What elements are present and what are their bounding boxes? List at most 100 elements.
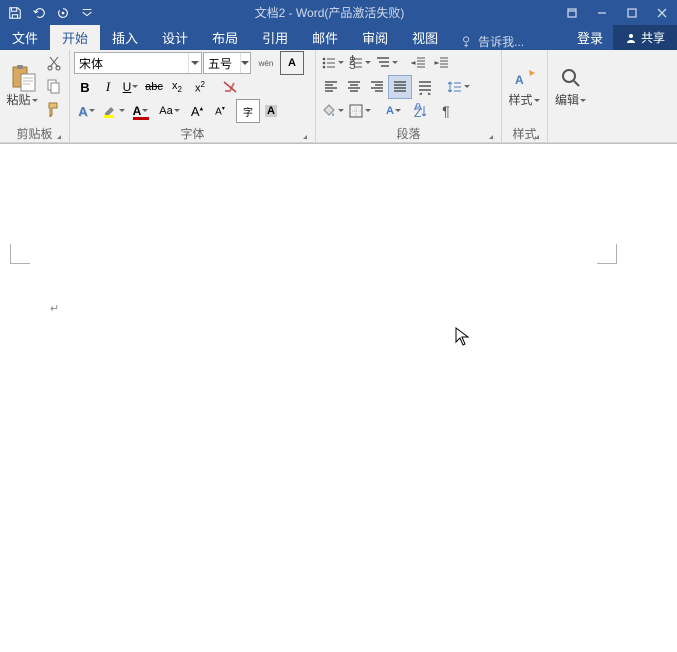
- underline-button[interactable]: U: [120, 76, 142, 98]
- group-editing: 编辑: [548, 50, 594, 142]
- phonetic-guide-button[interactable]: wén: [252, 52, 280, 74]
- tab-mailings[interactable]: 邮件: [300, 25, 350, 50]
- ribbon-display-button[interactable]: [557, 0, 587, 25]
- bold-button[interactable]: B: [74, 76, 96, 98]
- character-shading-button[interactable]: A: [260, 100, 282, 122]
- clipboard-label: 剪贴板: [16, 125, 52, 142]
- font-name-input[interactable]: [75, 56, 188, 70]
- font-dialog-launcher[interactable]: [298, 129, 310, 141]
- undo-button[interactable]: [28, 2, 50, 24]
- titlebar: 文档2 - Word(产品激活失败): [0, 0, 677, 25]
- share-label: 共享: [641, 29, 665, 46]
- paragraph-group-label: 段落: [396, 125, 420, 142]
- font-size-combo[interactable]: [203, 52, 251, 74]
- numbering-button[interactable]: 123: [347, 52, 373, 74]
- svg-text:A: A: [515, 73, 524, 87]
- tab-layout[interactable]: 布局: [200, 25, 250, 50]
- tab-file[interactable]: 文件: [0, 25, 50, 50]
- group-clipboard: 粘贴 剪贴板: [0, 50, 70, 142]
- font-group-label: 字体: [180, 125, 204, 142]
- maximize-button[interactable]: [617, 0, 647, 25]
- enclose-characters-button[interactable]: 字: [237, 100, 259, 122]
- window-title: 文档2 - Word(产品激活失败): [102, 4, 557, 21]
- font-name-dropdown[interactable]: [188, 53, 201, 73]
- save-button[interactable]: [4, 2, 26, 24]
- align-justify-button[interactable]: [389, 76, 411, 98]
- close-button[interactable]: [647, 0, 677, 25]
- character-border-button[interactable]: A: [281, 52, 303, 74]
- tab-references[interactable]: 引用: [250, 25, 300, 50]
- change-case-button[interactable]: Aa: [155, 100, 185, 122]
- sort-button[interactable]: AZ: [408, 100, 434, 122]
- tab-view[interactable]: 视图: [400, 25, 450, 50]
- qat-customize-button[interactable]: [76, 2, 98, 24]
- align-right-button[interactable]: [366, 76, 388, 98]
- paragraph-dialog-launcher[interactable]: [484, 129, 496, 141]
- tab-insert[interactable]: 插入: [100, 25, 150, 50]
- subscript-button[interactable]: x2: [166, 76, 188, 98]
- show-paragraph-marks-button[interactable]: ¶: [435, 100, 457, 122]
- paste-label: 粘贴: [6, 93, 30, 107]
- borders-button[interactable]: [347, 100, 373, 122]
- align-center-button[interactable]: [343, 76, 365, 98]
- font-size-input[interactable]: [204, 56, 240, 70]
- strikethrough-button[interactable]: abc: [143, 76, 165, 98]
- tab-design[interactable]: 设计: [150, 25, 200, 50]
- styles-button[interactable]: A 样式: [506, 52, 543, 118]
- line-spacing-button[interactable]: [446, 76, 472, 98]
- cut-button[interactable]: [43, 52, 65, 74]
- clear-formatting-button[interactable]: [219, 76, 241, 98]
- bullets-button[interactable]: [320, 52, 346, 74]
- shrink-font-button[interactable]: A▾: [209, 100, 231, 122]
- svg-text:3: 3: [349, 58, 356, 71]
- paste-button[interactable]: 粘贴: [4, 52, 41, 118]
- tell-me-placeholder: 告诉我...: [478, 33, 524, 50]
- shading-button[interactable]: [320, 100, 346, 122]
- ribbon: 粘贴 剪贴板 wén A B I U abc x2: [0, 50, 677, 143]
- group-paragraph: 123 A AZ ¶: [316, 50, 502, 142]
- styles-label: 样式: [508, 93, 532, 107]
- find-icon: [555, 62, 587, 94]
- paste-icon: [7, 62, 39, 94]
- margin-corner-tl: [10, 244, 30, 264]
- ribbon-tabs: 文件 开始 插入 设计 布局 引用 邮件 审阅 视图 告诉我... 登录 共享: [0, 25, 677, 50]
- decrease-indent-button[interactable]: [408, 52, 430, 74]
- editing-button[interactable]: 编辑: [552, 52, 590, 118]
- minimize-button[interactable]: [587, 0, 617, 25]
- group-font: wén A B I U abc x2 x2 A A Aa A▴ A▾: [70, 50, 316, 142]
- mouse-cursor-icon: [455, 327, 471, 347]
- italic-button[interactable]: I: [97, 76, 119, 98]
- styles-icon: A: [509, 62, 541, 94]
- grow-font-button[interactable]: A▴: [186, 100, 208, 122]
- font-name-combo[interactable]: [74, 52, 202, 74]
- clipboard-dialog-launcher[interactable]: [52, 129, 64, 141]
- multilevel-list-button[interactable]: [374, 52, 400, 74]
- tell-me-search[interactable]: 告诉我...: [450, 33, 567, 50]
- margin-corner-tr: [597, 244, 617, 264]
- format-painter-button[interactable]: [43, 98, 65, 120]
- distribute-button[interactable]: [412, 76, 438, 98]
- page[interactable]: ↵: [0, 154, 617, 652]
- copy-button[interactable]: [43, 75, 65, 97]
- font-color-button[interactable]: A: [128, 100, 154, 122]
- tab-review[interactable]: 审阅: [350, 25, 400, 50]
- paragraph-mark-icon: ↵: [50, 302, 59, 315]
- tab-home[interactable]: 开始: [50, 25, 100, 50]
- editing-label: 编辑: [555, 93, 579, 107]
- superscript-button[interactable]: x2: [189, 76, 211, 98]
- increase-indent-button[interactable]: [431, 52, 453, 74]
- redo-button[interactable]: [52, 2, 74, 24]
- share-button[interactable]: 共享: [613, 25, 677, 50]
- align-left-button[interactable]: [320, 76, 342, 98]
- svg-text:Z: Z: [414, 106, 421, 119]
- document-area[interactable]: ↵: [0, 143, 677, 572]
- signin-button[interactable]: 登录: [567, 25, 613, 50]
- font-size-dropdown[interactable]: [240, 53, 250, 73]
- highlight-button[interactable]: [101, 100, 127, 122]
- styles-dialog-launcher[interactable]: [530, 129, 542, 141]
- group-styles: A 样式 样式: [502, 50, 548, 142]
- window-controls: [557, 0, 677, 25]
- text-effects-button[interactable]: A: [74, 100, 100, 122]
- quick-access-toolbar: [0, 2, 102, 24]
- asian-layout-button[interactable]: A: [381, 100, 407, 122]
